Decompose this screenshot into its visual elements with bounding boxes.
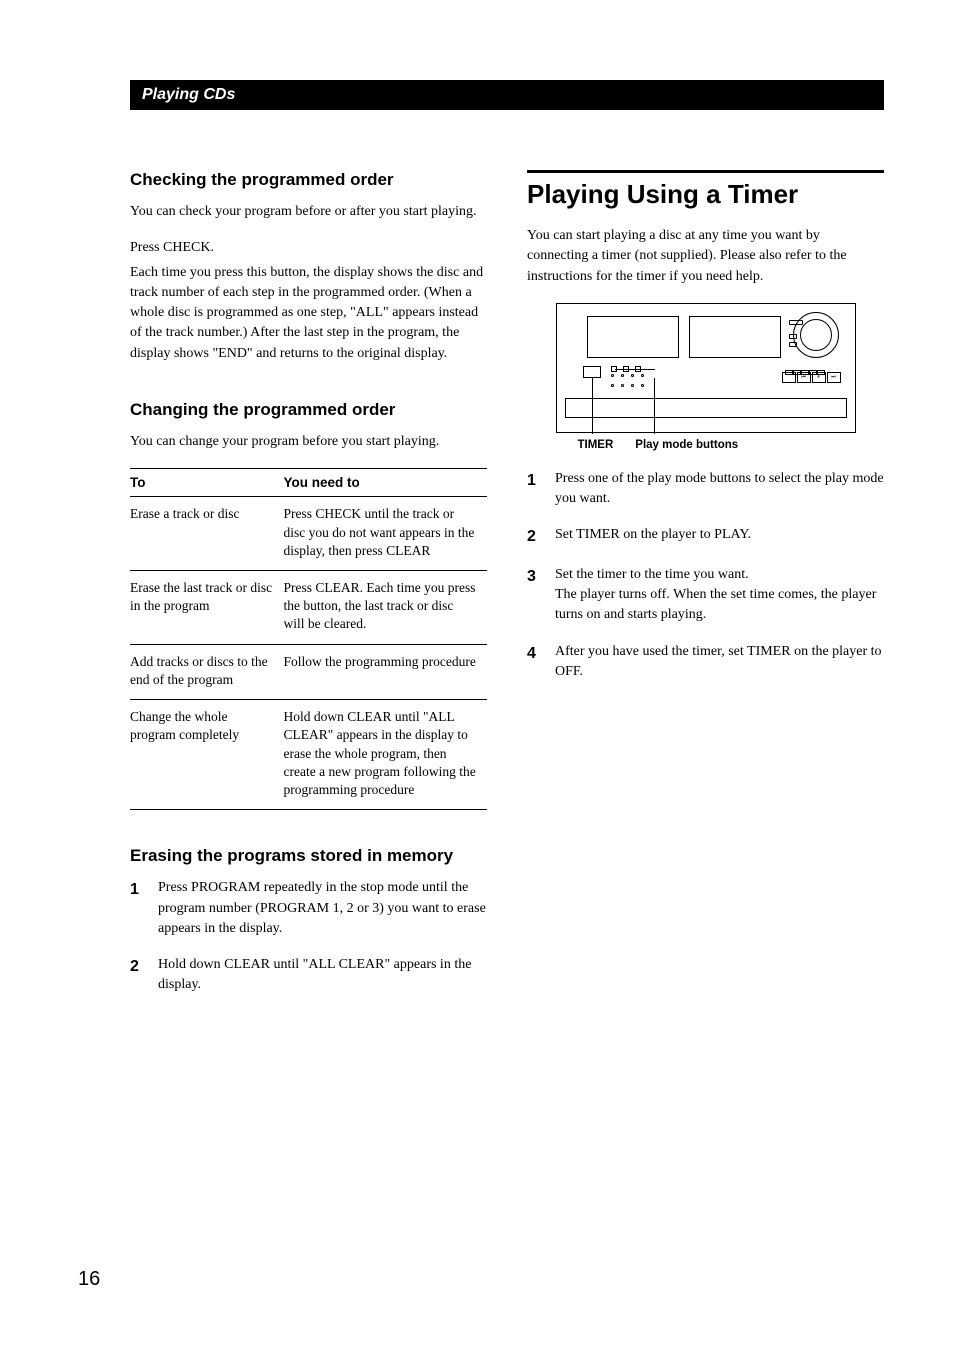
leader-line-icon: [615, 369, 655, 370]
jog-dial-icon: [793, 312, 839, 358]
timer-step-text: After you have used the timer, set TIMER…: [555, 642, 884, 683]
timer-switch-icon: [583, 366, 601, 378]
left-column: Checking the programmed order You can ch…: [130, 170, 487, 1012]
dots-icon: [611, 384, 644, 387]
slot-icon: [789, 320, 803, 325]
heading-playing-timer: Playing Using a Timer: [527, 170, 884, 210]
display-icon: [689, 316, 781, 358]
timer-step-text: Press one of the play mode buttons to se…: [555, 469, 884, 510]
cell-to: Erase the last track or disc in the prog…: [130, 571, 284, 645]
step-number: 4: [527, 642, 541, 683]
cell-need: Press CLEAR. Each time you press the but…: [284, 571, 488, 645]
step-number: 1: [130, 878, 144, 939]
table-row: Erase the last track or disc in the prog…: [130, 571, 487, 645]
dots-icon: [611, 374, 644, 377]
right-column: Playing Using a Timer You can start play…: [527, 170, 884, 1012]
step-number: 1: [527, 469, 541, 510]
label-playmode: Play mode buttons: [635, 439, 738, 451]
cell-need: Hold down CLEAR until "ALL CLEAR" appear…: [284, 700, 488, 810]
heading-change-order: Changing the programmed order: [130, 400, 487, 420]
diagram-labels: TIMER Play mode buttons: [556, 439, 856, 451]
leader-line-icon: [592, 378, 593, 434]
mini-buttons-icon: [785, 362, 835, 368]
timer-step: 1 Press one of the play mode buttons to …: [527, 469, 884, 510]
disc-tray-icon: [565, 398, 847, 418]
label-timer: TIMER: [578, 439, 614, 451]
transport-buttons-icon: ⏮⏸⏭: [782, 372, 841, 383]
para-press-check: Press CHECK.: [130, 238, 487, 258]
player-diagram: ⏮⏸⏭: [556, 303, 856, 433]
cell-to: Change the whole program completely: [130, 700, 284, 810]
display-icon: [587, 316, 679, 358]
heading-check-order: Checking the programmed order: [130, 170, 487, 190]
cell-need: Press CHECK until the track or disc you …: [284, 497, 488, 571]
erase-step-text: Hold down CLEAR until "ALL CLEAR" appear…: [158, 955, 487, 996]
step-number: 2: [130, 955, 144, 996]
slot-icon: [789, 342, 797, 347]
th-to: To: [130, 469, 284, 497]
step-number: 2: [527, 525, 541, 548]
page-number: 16: [78, 1268, 100, 1291]
table-row: Erase a track or disc Press CHECK until …: [130, 497, 487, 571]
timer-step-text: Set the timer to the time you want. The …: [555, 565, 884, 626]
cell-to: Add tracks or discs to the end of the pr…: [130, 644, 284, 699]
table-row: Add tracks or discs to the end of the pr…: [130, 644, 487, 699]
erase-step: 2 Hold down CLEAR until "ALL CLEAR" appe…: [130, 955, 487, 996]
timer-step-text: Set TIMER on the player to PLAY.: [555, 525, 751, 548]
step-number: 3: [527, 565, 541, 626]
para-check-intro: You can check your program before or aft…: [130, 202, 487, 222]
para-timer-intro: You can start playing a disc at any time…: [527, 226, 884, 287]
timer-step: 3 Set the timer to the time you want. Th…: [527, 565, 884, 626]
erase-step-text: Press PROGRAM repeatedly in the stop mod…: [158, 878, 487, 939]
section-band: Playing CDs: [130, 80, 884, 110]
heading-erase-programs: Erasing the programs stored in memory: [130, 846, 487, 866]
para-press-check-body: Each time you press this button, the dis…: [130, 263, 487, 364]
para-change-intro: You can change your program before you s…: [130, 432, 487, 452]
table-row: Change the whole program completely Hold…: [130, 700, 487, 810]
th-need: You need to: [284, 469, 488, 497]
leader-line-icon: [654, 378, 655, 434]
cell-to: Erase a track or disc: [130, 497, 284, 571]
cell-need: Follow the programming procedure: [284, 644, 488, 699]
timer-step: 2 Set TIMER on the player to PLAY.: [527, 525, 884, 548]
slot-icon: [789, 334, 797, 339]
erase-step: 1 Press PROGRAM repeatedly in the stop m…: [130, 878, 487, 939]
timer-step: 4 After you have used the timer, set TIM…: [527, 642, 884, 683]
change-order-table: To You need to Erase a track or disc Pre…: [130, 468, 487, 810]
